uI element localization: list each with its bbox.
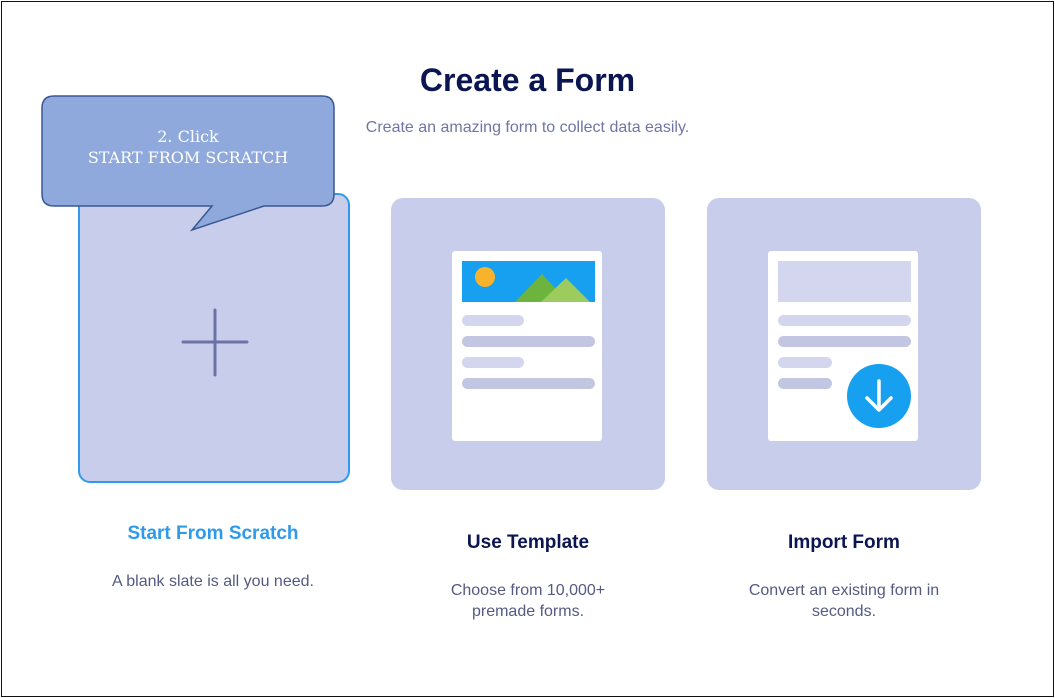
- use-template-description: Choose from 10,000+ premade forms.: [383, 580, 673, 622]
- description-line: Choose from 10,000+: [450, 582, 606, 599]
- use-template-card[interactable]: [391, 198, 665, 490]
- description-line: A blank slate is all you need.: [112, 573, 314, 590]
- callout-line-2: START FROM SCRATCH: [87, 148, 289, 167]
- import-form-title[interactable]: Import Form: [699, 532, 989, 554]
- callout-text: 2. Click START FROM SCRATCH: [42, 126, 334, 168]
- import-form-card[interactable]: [707, 198, 981, 490]
- screenshot-frame: Create a Form Create an amazing form to …: [1, 1, 1054, 697]
- description-line: Convert an existing form in: [748, 582, 940, 599]
- start-from-scratch-description: A blank slate is all you need.: [68, 571, 358, 592]
- import-form-description: Convert an existing form in seconds.: [699, 580, 989, 622]
- callout-bubble: [41, 95, 335, 232]
- use-template-title[interactable]: Use Template: [383, 532, 673, 554]
- description-line: seconds.: [811, 603, 877, 620]
- callout-line-1: 2. Click: [157, 127, 219, 146]
- template-illustration-icon: [452, 251, 602, 441]
- import-download-icon: [768, 251, 918, 441]
- description-line: premade forms.: [471, 603, 585, 620]
- start-from-scratch-title[interactable]: Start From Scratch: [68, 523, 358, 545]
